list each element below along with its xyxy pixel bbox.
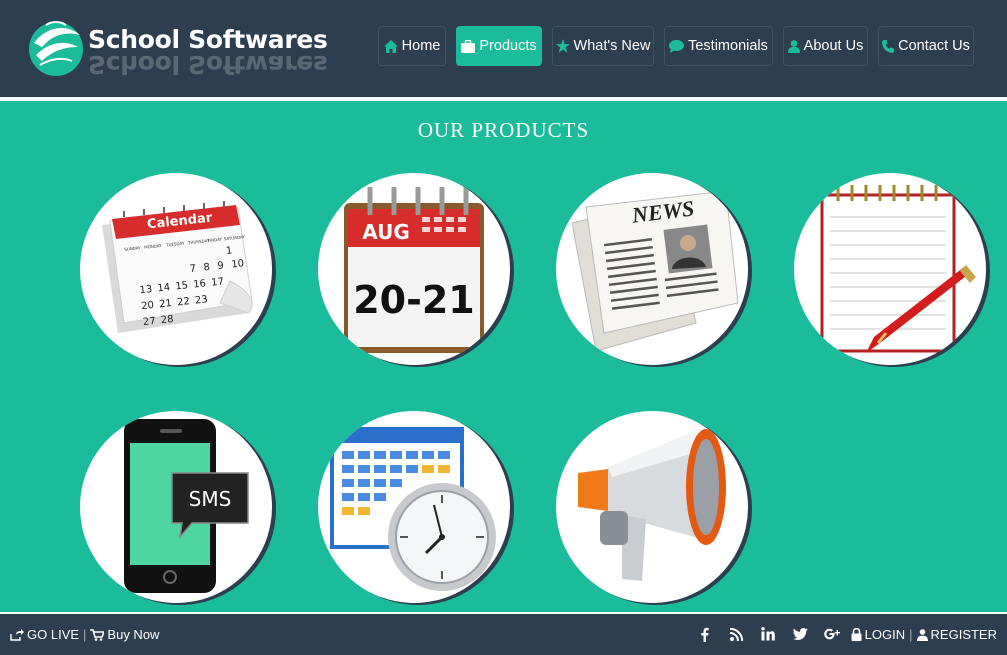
cart-icon — [90, 628, 105, 641]
linkedin-icon[interactable] — [759, 625, 777, 643]
sms-label: SMS — [189, 487, 232, 511]
product-sms[interactable]: SMS — [80, 411, 272, 603]
svg-text:27: 27 — [142, 316, 156, 328]
register-link[interactable]: REGISTER — [916, 627, 997, 642]
home-icon — [383, 39, 398, 53]
footer-left: GO LIVE | Buy Now — [10, 627, 159, 642]
svg-text:7: 7 — [189, 263, 196, 275]
main-nav: Home Products What's New Testimonials Ab… — [0, 26, 1007, 68]
schedule-clock-icon — [330, 427, 496, 591]
product-megaphone[interactable] — [556, 411, 748, 603]
svg-text:14: 14 — [157, 282, 171, 294]
briefcase-icon — [461, 39, 476, 53]
nav-whats-new-label: What's New — [573, 38, 651, 54]
user-icon — [787, 39, 800, 53]
footer-separator: | — [83, 627, 87, 642]
svg-text:17: 17 — [211, 276, 225, 288]
nav-testimonials-label: Testimonials — [688, 38, 768, 54]
go-live-label: GO LIVE — [27, 627, 80, 642]
nav-about-us-label: About Us — [803, 38, 864, 54]
notepad-pen-icon — [820, 185, 976, 353]
login-link[interactable]: LOGIN — [851, 627, 905, 642]
product-date-calendar[interactable]: AUG 20-21 — [318, 173, 510, 365]
svg-text:20: 20 — [141, 300, 155, 312]
go-live-link[interactable]: GO LIVE — [10, 627, 79, 642]
nav-testimonials[interactable]: Testimonials — [664, 26, 773, 66]
date-month: AUG — [362, 220, 410, 244]
svg-text:8: 8 — [203, 262, 210, 274]
nav-contact-us-label: Contact Us — [898, 38, 970, 54]
site-footer: GO LIVE | Buy Now LOGIN | REGISTER — [0, 612, 1007, 655]
svg-text:13: 13 — [139, 284, 153, 296]
svg-text:21: 21 — [159, 298, 173, 310]
login-label: LOGIN — [864, 627, 906, 642]
section-title: OUR PRODUCTS — [417, 118, 590, 142]
nav-home[interactable]: Home — [378, 26, 446, 66]
nav-products-label: Products — [479, 38, 537, 54]
svg-text:1: 1 — [225, 245, 232, 257]
svg-text:15: 15 — [175, 280, 189, 292]
footer-right: LOGIN | REGISTER — [851, 627, 997, 642]
product-news[interactable]: NEWS — [556, 173, 748, 365]
rss-icon[interactable] — [727, 625, 745, 643]
social-links — [695, 625, 841, 643]
product-notepad[interactable] — [794, 173, 986, 365]
product-schedule[interactable] — [318, 411, 510, 603]
svg-text:10: 10 — [231, 258, 245, 270]
product-calendar[interactable]: Calendar SUNDAY MONDAY TUESDAY THURSDAY … — [80, 173, 272, 365]
user-icon — [916, 628, 928, 641]
phone-icon — [882, 39, 895, 53]
megaphone-icon — [578, 429, 726, 581]
newspaper-icon: NEWS — [571, 190, 739, 352]
date-calendar-icon: AUG 20-21 — [344, 187, 484, 353]
nav-contact-us[interactable]: Contact Us — [878, 26, 974, 66]
comment-icon — [669, 39, 685, 53]
sms-phone-icon: SMS — [124, 419, 249, 593]
site-header: School Softwares School Softwares Home P… — [0, 0, 1007, 101]
nav-whats-new[interactable]: What's New — [552, 26, 654, 66]
calendar-icon: Calendar SUNDAY MONDAY TUESDAY THURSDAY … — [102, 201, 253, 333]
nav-home-label: Home — [401, 38, 441, 54]
star-icon — [555, 39, 570, 53]
footer-separator-2: | — [909, 627, 913, 642]
lock-icon — [851, 628, 862, 641]
svg-text:9: 9 — [217, 260, 224, 272]
twitter-icon[interactable] — [791, 625, 809, 643]
facebook-icon[interactable] — [695, 625, 713, 643]
google-plus-icon[interactable] — [823, 625, 841, 643]
share-icon — [10, 628, 24, 641]
nav-about-us[interactable]: About Us — [783, 26, 868, 66]
register-label: REGISTER — [930, 627, 997, 642]
svg-text:22: 22 — [177, 296, 191, 308]
svg-text:28: 28 — [160, 314, 174, 326]
svg-text:16: 16 — [193, 278, 207, 290]
buy-now-label: Buy Now — [107, 627, 160, 642]
svg-text:23: 23 — [194, 294, 208, 306]
date-range: 20-21 — [353, 278, 475, 322]
nav-products[interactable]: Products — [456, 26, 542, 66]
buy-now-link[interactable]: Buy Now — [90, 627, 159, 642]
